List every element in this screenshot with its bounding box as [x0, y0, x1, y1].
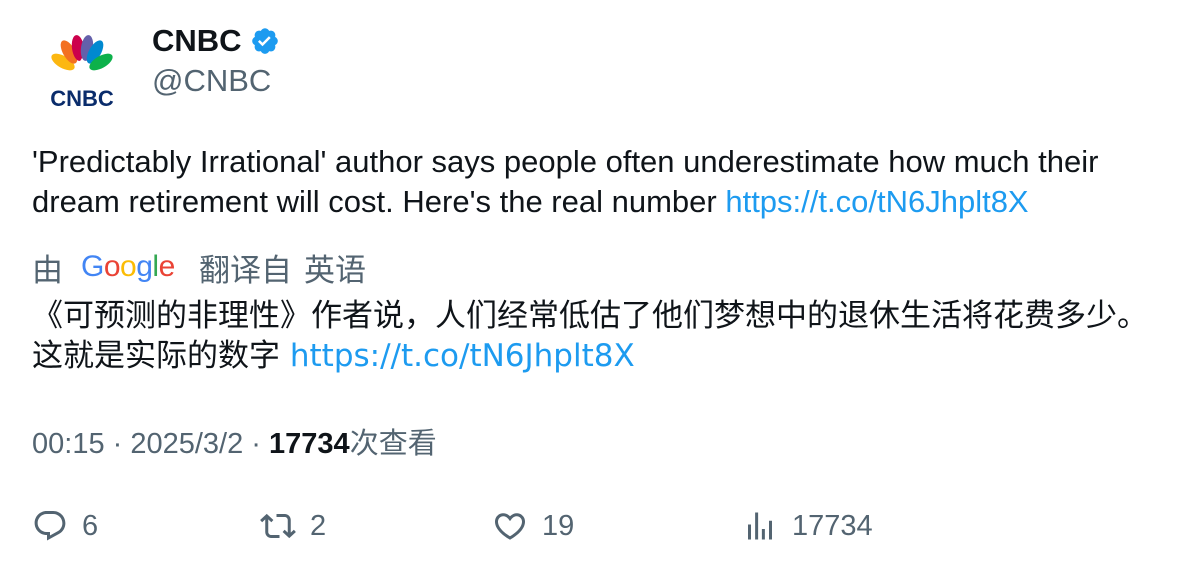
translated-link[interactable]: https://t.co/tN6Jhplt8X: [290, 338, 635, 374]
retweet-icon: [260, 513, 296, 539]
account-name[interactable]: CNBC: [152, 22, 242, 60]
account-handle[interactable]: @CNBC: [152, 62, 271, 100]
views-button[interactable]: 17734: [742, 508, 873, 544]
views-action-count: 17734: [792, 509, 873, 542]
reply-button[interactable]: 6: [32, 508, 98, 544]
views-count: 17734: [269, 428, 350, 460]
avatar-wordmark: CNBC: [50, 86, 114, 110]
tweet-date[interactable]: 2025/3/2: [130, 428, 243, 460]
tweet-meta: 00:15 · 2025/3/2 · 17734次查看: [32, 424, 437, 464]
retweet-button[interactable]: 2: [260, 508, 326, 544]
like-count: 19: [542, 509, 575, 542]
tweet-time[interactable]: 00:15: [32, 428, 105, 460]
source-language: 英语: [304, 252, 366, 288]
reply-icon: [34, 511, 66, 541]
verified-badge-icon: [251, 28, 278, 54]
views-chart-icon: [748, 512, 772, 540]
google-logo-icon: Google: [81, 250, 175, 283]
reply-count: 6: [82, 509, 99, 542]
cnbc-avatar[interactable]: CNBC: [36, 30, 128, 111]
heart-icon: [494, 513, 526, 540]
tweet-text: 'Predictably Irrational' author says peo…: [32, 142, 1162, 222]
translated-from-label: 翻译自: [199, 252, 292, 288]
translated-text: 《可预测的非理性》作者说，人们经常低估了他们梦想中的退休生活将花费多少。这就是实…: [32, 296, 1162, 376]
nbc-peacock-logo-icon: CNBC: [50, 35, 114, 111]
tweet-actions: 6 2 19 17734: [0, 508, 1196, 558]
account-name-row[interactable]: CNBC: [152, 22, 280, 60]
like-button[interactable]: 19: [492, 508, 574, 544]
meta-separator: ·: [104, 428, 131, 460]
retweet-count: 2: [310, 509, 327, 542]
translation-by-label: 由: [32, 252, 63, 288]
tweet-link[interactable]: https://t.co/tN6Jhplt8X: [725, 184, 1028, 219]
meta-separator: ·: [243, 428, 270, 460]
svg-text:Google: Google: [81, 250, 175, 283]
translation-attribution: 由 Google 翻译自 英语: [32, 246, 366, 288]
views-label: 次查看: [349, 428, 437, 460]
